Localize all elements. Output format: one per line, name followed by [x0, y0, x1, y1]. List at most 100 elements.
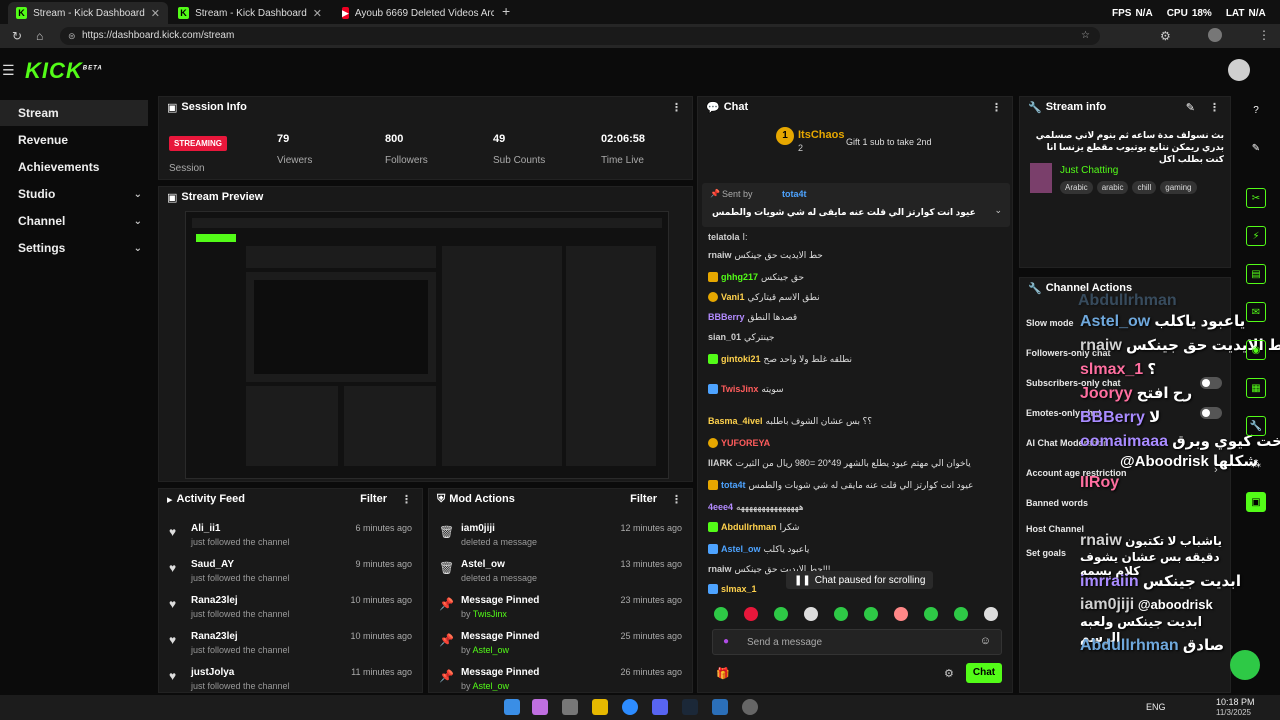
- item-name[interactable]: justJolya: [191, 667, 234, 678]
- emote-icon[interactable]: [744, 607, 758, 621]
- filter-button[interactable]: Filter: [630, 493, 657, 505]
- start-icon[interactable]: [504, 699, 520, 715]
- user-avatar[interactable]: [1228, 59, 1250, 81]
- followers-only-toggle[interactable]: Followers-only chat: [1026, 348, 1111, 358]
- pinned-user[interactable]: tota4t: [782, 189, 807, 199]
- chat-message[interactable]: TwisJinx سويته: [708, 379, 994, 399]
- sidebar-item-studio[interactable]: Studio ⌄: [0, 181, 148, 207]
- chat-message[interactable]: telatola ا:: [708, 227, 994, 247]
- kick-logo[interactable]: KICKBETA: [25, 58, 103, 84]
- panel-menu-icon[interactable]: ⋮: [1209, 101, 1220, 114]
- language-indicator[interactable]: ENG: [1146, 702, 1166, 712]
- chat-message[interactable]: Vani1 نطق الاسم قيتاركي: [708, 287, 994, 307]
- chat-user[interactable]: Vani1: [721, 292, 745, 302]
- edit-icon[interactable]: ✎: [1186, 101, 1195, 114]
- sidebar-item-revenue[interactable]: Revenue: [0, 127, 148, 153]
- chat-user[interactable]: rnaiw: [708, 564, 732, 574]
- set-goals-setting[interactable]: Set goals: [1026, 548, 1066, 558]
- subscribers-only-toggle[interactable]: Subscribers-only chat: [1026, 378, 1121, 388]
- chat-user[interactable]: Abdullrhman: [721, 522, 777, 532]
- close-icon[interactable]: ✕: [313, 7, 322, 20]
- sidebar-item-stream[interactable]: Stream: [0, 100, 148, 126]
- document-icon[interactable]: ▤: [1246, 264, 1266, 284]
- close-icon[interactable]: ✕: [151, 7, 160, 20]
- clock-time[interactable]: 10:18 PM: [1216, 697, 1255, 707]
- chat-bubble-icon[interactable]: ✉: [1246, 302, 1266, 322]
- clip-icon[interactable]: ✂: [1246, 188, 1266, 208]
- edge-icon[interactable]: [622, 699, 638, 715]
- chat-message[interactable]: tota4t عيود انت كوارتز الي قلت عنه مايقى …: [708, 475, 994, 495]
- copilot-icon[interactable]: [532, 699, 548, 715]
- app-icon[interactable]: [712, 699, 728, 715]
- item-name[interactable]: Rana23lej: [191, 631, 238, 642]
- support-chat-button[interactable]: [1230, 650, 1260, 680]
- bookmark-star-icon[interactable]: ☆: [1081, 27, 1090, 45]
- camera-icon[interactable]: ◉: [1246, 340, 1266, 360]
- emote-icon[interactable]: [774, 607, 788, 621]
- item-name[interactable]: iam0jiji: [461, 523, 495, 534]
- extensions-icon[interactable]: ⚙: [1160, 29, 1171, 43]
- active-tool-icon[interactable]: ▣: [1246, 492, 1266, 512]
- item-name[interactable]: Saud_AY: [191, 559, 234, 570]
- chat-settings-icon[interactable]: ⚙: [944, 667, 954, 680]
- chat-message[interactable]: Basma_4ivel ؟؟ بس عشان الشوف باطلبه: [708, 411, 994, 431]
- emote-icon[interactable]: [834, 607, 848, 621]
- tag-pill[interactable]: Arabic: [1060, 181, 1093, 194]
- chat-user[interactable]: rnaiw: [708, 250, 732, 260]
- slow-mode-toggle[interactable]: Slow mode: [1026, 318, 1074, 328]
- emote-icon[interactable]: [894, 607, 908, 621]
- layout-icon[interactable]: ▦: [1246, 378, 1266, 398]
- chat-message[interactable]: ghhg217 حق جينكس: [708, 267, 994, 287]
- chat-user[interactable]: gintoki21: [721, 354, 761, 364]
- by-user[interactable]: TwisJinx: [473, 609, 507, 619]
- mic-icon[interactable]: ●: [723, 636, 729, 647]
- chat-message[interactable]: IIARK ياخوان الي مهتم عيود يطلع بالشهر 49…: [708, 453, 994, 473]
- ai-moderation-setting[interactable]: AI Chat Moderation: [1026, 438, 1109, 448]
- emotes-only-switch[interactable]: [1200, 407, 1222, 419]
- stream-video[interactable]: [185, 211, 669, 479]
- edit-icon[interactable]: ✎: [1246, 138, 1266, 158]
- category-link[interactable]: Just Chatting: [1060, 165, 1118, 176]
- panel-menu-icon[interactable]: ⋮: [671, 493, 682, 506]
- item-name[interactable]: Astel_ow: [461, 559, 505, 570]
- help-icon[interactable]: ?: [1246, 100, 1266, 120]
- chat-user[interactable]: ghhg217: [721, 272, 758, 282]
- browser-tab[interactable]: K Stream - Kick Dashboard ✕: [8, 2, 168, 24]
- sidebar-item-achievements[interactable]: Achievements: [0, 154, 148, 180]
- chat-user[interactable]: sian_01: [708, 332, 741, 342]
- chat-user[interactable]: tota4t: [721, 480, 746, 490]
- chat-message[interactable]: gintoki21 نطلقه غلط ولا واحد صح: [708, 349, 994, 369]
- clock-date[interactable]: 11/3/2025: [1216, 708, 1251, 717]
- home-icon[interactable]: ⌂: [36, 29, 43, 43]
- chat-paused-button[interactable]: ❚❚ Chat paused for scrolling: [786, 571, 934, 589]
- tag-pill[interactable]: arabic: [1096, 181, 1129, 194]
- chat-user[interactable]: Astel_ow: [721, 544, 761, 554]
- account-age-setting[interactable]: Account age restriction: [1026, 468, 1127, 478]
- lightning-icon[interactable]: ⚡: [1246, 226, 1266, 246]
- subscribers-only-switch[interactable]: [1200, 377, 1222, 389]
- banned-words-setting[interactable]: Banned words: [1026, 498, 1088, 508]
- hamburger-menu-icon[interactable]: ☰: [2, 62, 15, 79]
- chat-message[interactable]: YUFOREYA: [708, 433, 994, 453]
- wrench-icon[interactable]: 🔧: [1246, 416, 1266, 436]
- menu-dots-icon[interactable]: ⋮: [1258, 28, 1270, 42]
- chat-user[interactable]: BBBerry: [708, 312, 745, 322]
- panel-menu-icon[interactable]: ⋮: [991, 101, 1002, 114]
- chat-user[interactable]: YUFOREYA: [721, 438, 770, 448]
- category-thumbnail[interactable]: [1030, 163, 1052, 193]
- tag-pill[interactable]: gaming: [1160, 181, 1197, 194]
- chat-message[interactable]: 4eee4 هههههههههههههههه: [708, 497, 994, 517]
- file-icon[interactable]: [562, 699, 578, 715]
- folder-icon[interactable]: [592, 699, 608, 715]
- site-info-icon[interactable]: ⊜: [68, 27, 76, 45]
- sidebar-item-channel[interactable]: Channel ⌄: [0, 208, 148, 234]
- chat-user[interactable]: telatola: [708, 232, 740, 242]
- chat-user[interactable]: 4eee4: [708, 502, 733, 512]
- by-user[interactable]: Astel_ow: [473, 681, 510, 691]
- emote-icon[interactable]: [924, 607, 938, 621]
- emote-icon[interactable]: [984, 607, 998, 621]
- chat-user[interactable]: IIARK: [708, 458, 733, 468]
- obs-icon[interactable]: [742, 699, 758, 715]
- emote-icon[interactable]: [804, 607, 818, 621]
- sidebar-item-settings[interactable]: Settings ⌄: [0, 235, 148, 261]
